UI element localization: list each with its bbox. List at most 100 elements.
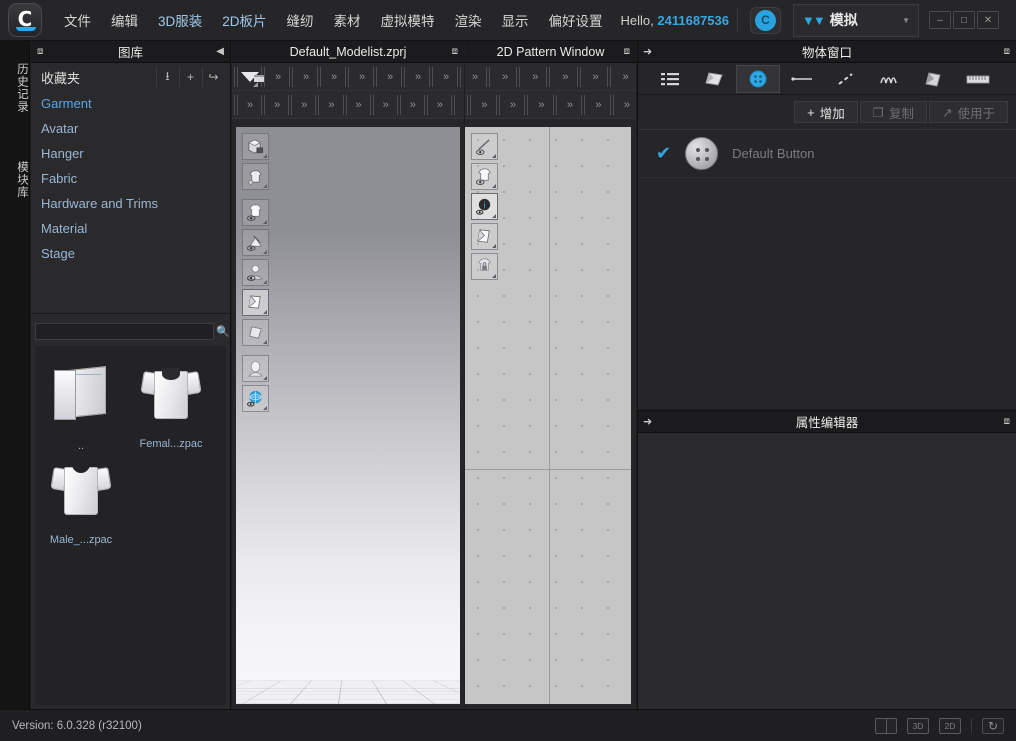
- sidebar-item-fabric[interactable]: Fabric: [31, 166, 230, 191]
- list-item[interactable]: ..: [41, 360, 121, 452]
- sidebar-item-hardware-and-trims[interactable]: Hardware and Trims: [31, 191, 230, 216]
- add-button[interactable]: + 增加: [794, 101, 858, 123]
- avatar-head-icon[interactable]: [242, 355, 269, 382]
- table-row[interactable]: ✔ Default Button: [638, 130, 1016, 178]
- toolbar-grip[interactable]: [289, 67, 294, 87]
- search-icon[interactable]: 🔍: [216, 322, 230, 340]
- menu-avatar[interactable]: 虚拟模特: [371, 6, 445, 34]
- menu-file[interactable]: 文件: [54, 6, 101, 34]
- copy-button[interactable]: ❐ 复制: [860, 101, 927, 123]
- show-environment-icon[interactable]: [242, 385, 269, 412]
- toolbar-overflow-icon[interactable]: »: [495, 71, 514, 83]
- show-garment-icon[interactable]: [242, 199, 269, 226]
- toolbar-overflow-icon[interactable]: »: [296, 71, 315, 83]
- toolbar-grip[interactable]: [607, 67, 614, 87]
- toolbar-grip[interactable]: [451, 95, 455, 115]
- toolbar-overflow-icon[interactable]: »: [380, 71, 399, 83]
- toolbar-overflow-icon[interactable]: »: [531, 99, 550, 111]
- collapse-arrow-icon[interactable]: ◀: [216, 46, 224, 57]
- menu-material[interactable]: 素材: [324, 6, 371, 34]
- sidebar-item-module-library[interactable]: 模块库: [0, 151, 30, 209]
- expand-window-icon[interactable]: ⧈: [452, 46, 458, 57]
- library-splitter[interactable]: [31, 313, 230, 318]
- collapse-arrow-icon[interactable]: ➜: [643, 45, 652, 58]
- cloud-sync-button[interactable]: C: [750, 7, 781, 34]
- toolbar-grip[interactable]: [401, 67, 406, 87]
- collapse-arrow-icon[interactable]: ➜: [643, 415, 652, 428]
- toolbar-overflow-icon[interactable]: »: [294, 99, 313, 111]
- toolbar-overflow-icon[interactable]: »: [474, 99, 493, 111]
- apply-to-button[interactable]: ↗ 使用于: [929, 101, 1008, 123]
- toolbar-grip[interactable]: [373, 67, 378, 87]
- simulate-control[interactable]: ▼▼ 模拟 ▼: [793, 4, 919, 37]
- show-stitch-icon[interactable]: [242, 229, 269, 256]
- toolbar-overflow-icon[interactable]: »: [616, 71, 635, 83]
- toolbar-overflow-icon[interactable]: »: [588, 99, 607, 111]
- toolbar-overflow-icon[interactable]: »: [436, 71, 455, 83]
- toolbar-grip[interactable]: [234, 67, 239, 87]
- tab-fold[interactable]: [912, 65, 956, 93]
- list-item[interactable]: Male_...zpac: [41, 456, 121, 546]
- show-pattern-icon[interactable]: [471, 163, 498, 190]
- toolbar-grip[interactable]: [429, 67, 434, 87]
- toolbar-overflow-icon[interactable]: »: [465, 71, 484, 83]
- render-box-icon[interactable]: [242, 133, 269, 160]
- show-avatar-icon[interactable]: [242, 259, 269, 286]
- toolbar-grip[interactable]: [343, 95, 347, 115]
- toolbar-overflow-icon[interactable]: »: [324, 71, 343, 83]
- toolbar-overflow-icon[interactable]: »: [321, 99, 340, 111]
- toolbar-grip[interactable]: [524, 95, 529, 115]
- toolbar-overflow-icon[interactable]: »: [430, 99, 449, 111]
- maximize-button[interactable]: □: [953, 11, 975, 29]
- expand-window-icon[interactable]: ⧈: [37, 46, 43, 57]
- toolbar-overflow-icon[interactable]: »: [525, 71, 544, 83]
- add-icon[interactable]: +: [179, 67, 201, 87]
- sidebar-item-avatar[interactable]: Avatar: [31, 116, 230, 141]
- toolbar-overflow-icon[interactable]: »: [349, 99, 368, 111]
- toolbar-overflow-icon[interactable]: »: [617, 99, 636, 111]
- show-fold-icon[interactable]: [471, 223, 498, 250]
- expand-window-icon[interactable]: ⧈: [1004, 416, 1010, 427]
- toolbar-grip[interactable]: [315, 95, 319, 115]
- toolbar-grip[interactable]: [261, 95, 265, 115]
- show-info-icon[interactable]: i: [471, 193, 498, 220]
- toolbar-overflow-icon[interactable]: »: [240, 99, 259, 111]
- toolbar-grip[interactable]: [546, 67, 553, 87]
- sidebar-item-history[interactable]: 历史记录: [0, 53, 30, 123]
- toolbar-grip[interactable]: [397, 95, 401, 115]
- download-icon[interactable]: ⭳: [156, 67, 178, 87]
- checkbox-checked-icon[interactable]: ✔: [656, 143, 671, 164]
- sidebar-item-garment[interactable]: Garment: [31, 91, 230, 116]
- pattern-canvas[interactable]: i: [465, 127, 631, 704]
- sidebar-item-stage[interactable]: Stage: [31, 241, 230, 266]
- list-item[interactable]: Femal...zpac: [131, 360, 211, 452]
- undo-arrow-icon[interactable]: ↪: [202, 67, 224, 87]
- toolbar-overflow-icon[interactable]: »: [586, 71, 605, 83]
- toolbar-grip[interactable]: [234, 95, 238, 115]
- toolbar-grip[interactable]: [553, 95, 558, 115]
- search-input[interactable]: [35, 323, 214, 340]
- tab-ruler[interactable]: [956, 65, 1000, 93]
- toolbar-overflow-icon[interactable]: »: [376, 99, 395, 111]
- toolbar-grip[interactable]: [317, 67, 322, 87]
- export-arrow-icon[interactable]: [241, 65, 259, 89]
- toolbar-overflow-icon[interactable]: »: [555, 71, 574, 83]
- show-baseline-icon[interactable]: [471, 133, 498, 160]
- sidebar-item-hanger[interactable]: Hanger: [31, 141, 230, 166]
- toolbar-grip[interactable]: [577, 67, 584, 87]
- favorites-row[interactable]: 收藏夹 ⭳ + ↪: [31, 63, 230, 91]
- lock-pattern-icon[interactable]: [471, 253, 498, 280]
- toolbar-overflow-icon[interactable]: »: [457, 99, 464, 111]
- menu-render[interactable]: 渲染: [445, 6, 492, 34]
- view-2d-button[interactable]: 2D: [939, 718, 961, 734]
- minimize-button[interactable]: –: [929, 11, 951, 29]
- expand-window-icon[interactable]: ⧈: [1004, 46, 1010, 57]
- user-greeting[interactable]: Hello, 2411687536: [621, 13, 729, 28]
- toolbar-grip[interactable]: [486, 67, 493, 87]
- chevron-down-icon[interactable]: ▼: [902, 16, 910, 25]
- menu-2d-pattern[interactable]: 2D板片: [212, 6, 276, 34]
- toolbar-grip[interactable]: [610, 95, 615, 115]
- tab-list[interactable]: [648, 65, 692, 93]
- menu-display[interactable]: 显示: [492, 6, 539, 34]
- view-3d-button[interactable]: 3D: [907, 718, 929, 734]
